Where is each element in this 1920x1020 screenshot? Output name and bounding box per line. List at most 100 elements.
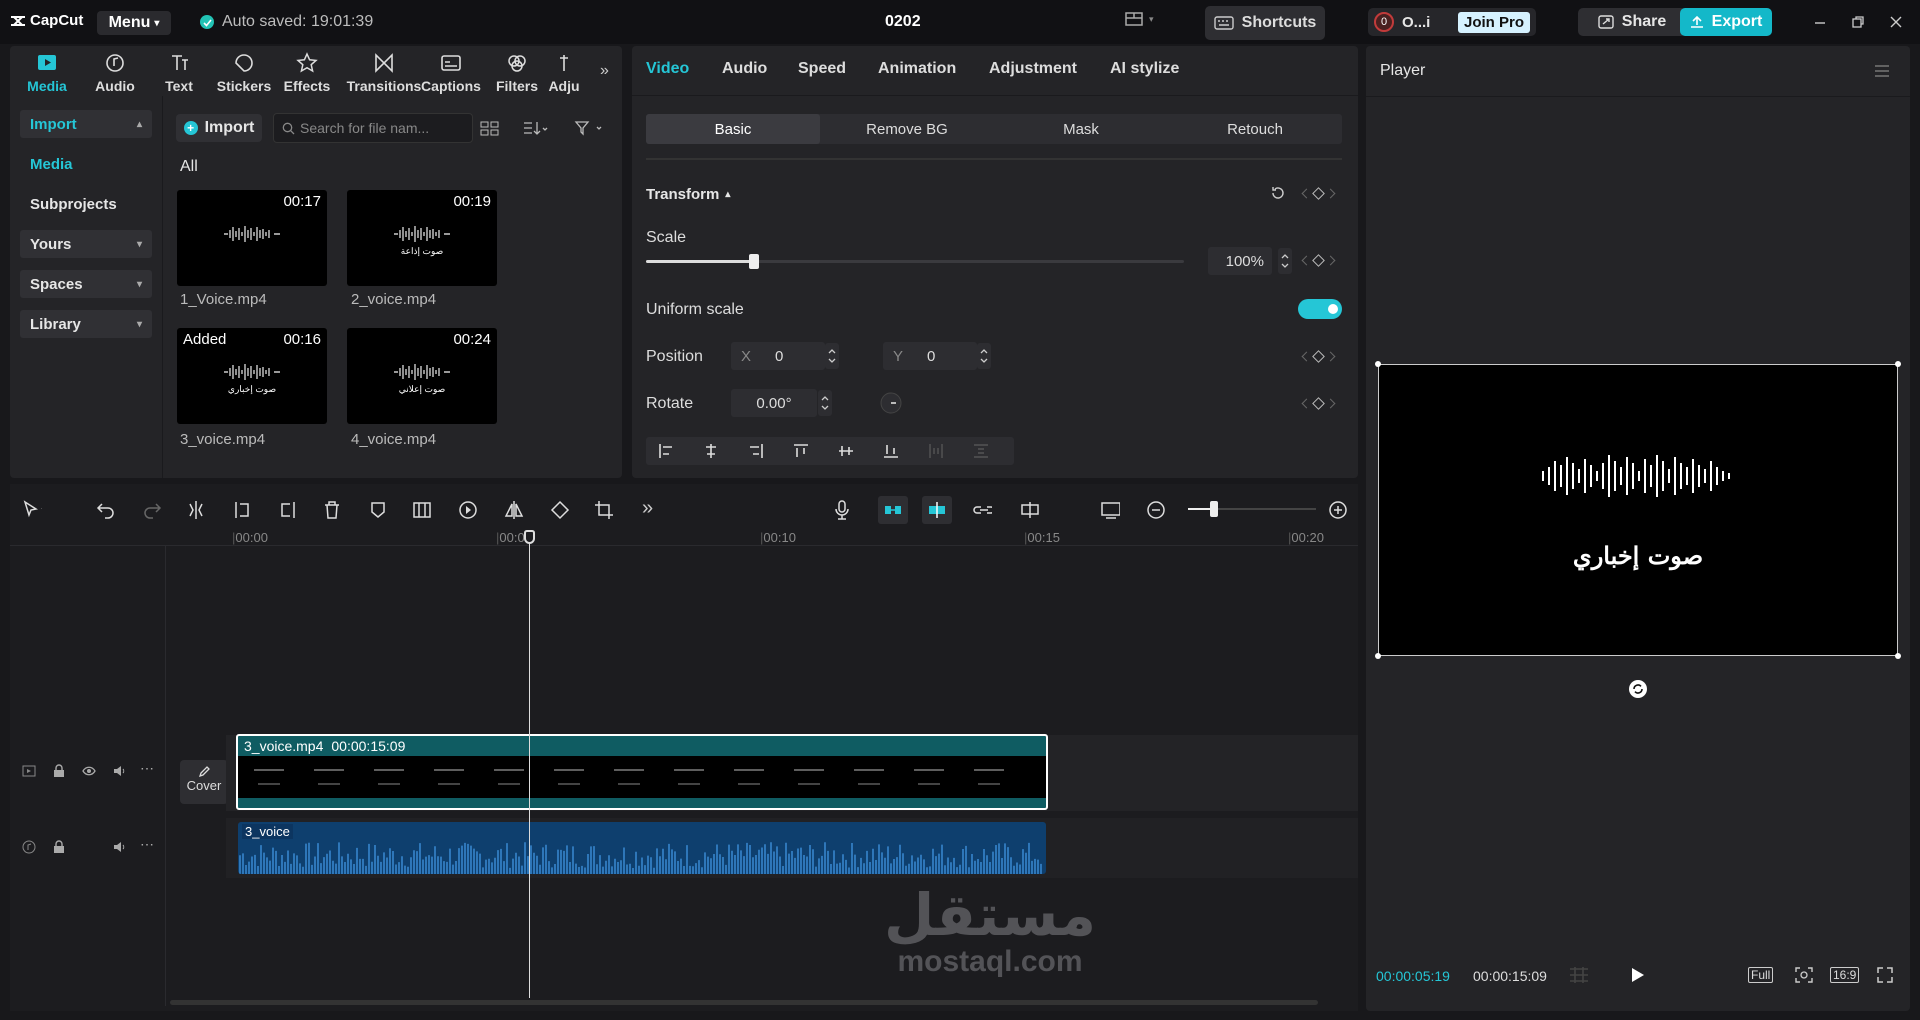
export-button[interactable]: Export (1680, 8, 1772, 36)
video-clip[interactable]: 3_voice.mp4 00:00:15:09 (236, 734, 1048, 810)
split-right-icon[interactable] (278, 500, 298, 520)
zoom-slider-handle[interactable] (1210, 501, 1218, 517)
tab-stickers[interactable]: Stickers (209, 52, 279, 94)
next-keyframe-icon[interactable] (1325, 398, 1336, 409)
crop-icon[interactable] (594, 500, 614, 520)
scale-slider-handle[interactable] (748, 254, 759, 269)
full-quality-button[interactable]: Full (1748, 967, 1774, 983)
keyframe-controls[interactable] (1301, 187, 1336, 200)
cover-button[interactable]: Cover (180, 760, 228, 804)
keyframe-icon[interactable] (1312, 350, 1325, 363)
delete-icon[interactable] (322, 500, 342, 520)
sidebar-import[interactable]: Import ▴ (20, 110, 152, 138)
sidebar-yours[interactable]: Yours ▾ (20, 230, 152, 258)
play-icon[interactable] (1628, 966, 1646, 984)
eye-icon[interactable] (82, 764, 96, 778)
user-menu[interactable]: 0 O...i Join Pro (1368, 8, 1536, 36)
prev-keyframe-icon[interactable] (1301, 351, 1312, 362)
next-keyframe-icon[interactable] (1325, 188, 1336, 199)
volume-icon[interactable] (112, 840, 126, 854)
tab-audio[interactable]: Audio (722, 60, 767, 78)
keyframe-controls[interactable] (1301, 397, 1336, 410)
audio-clip[interactable]: 3_voice (238, 822, 1046, 874)
layout-button[interactable]: ▾ (1125, 12, 1154, 26)
media-thumbnail[interactable]: صوت إعلاني 00:24 (347, 328, 497, 424)
import-button[interactable]: + Import (176, 114, 262, 142)
resize-handle[interactable] (1895, 653, 1901, 659)
more-options-icon[interactable]: ⋯ (140, 760, 154, 777)
sort-icon[interactable] (522, 120, 548, 136)
undo-icon[interactable] (96, 500, 116, 520)
align-left-icon[interactable] (658, 443, 674, 459)
main-track-magnet-button[interactable] (878, 496, 908, 524)
keyframe-icon[interactable] (1312, 254, 1325, 267)
tab-adjustment[interactable]: Adju (542, 52, 586, 94)
rotate-input[interactable]: 0.00° (731, 389, 817, 417)
more-tools-icon[interactable]: » (642, 497, 653, 520)
grid-view-icon[interactable] (480, 120, 500, 136)
sidebar-spaces[interactable]: Spaces ▾ (20, 270, 152, 298)
microphone-icon[interactable] (832, 500, 852, 520)
join-pro-button[interactable]: Join Pro (1458, 11, 1531, 33)
minimize-icon[interactable] (1812, 14, 1828, 30)
auto-snap-button[interactable] (922, 496, 952, 524)
align-center-h-icon[interactable] (703, 443, 719, 459)
mirror-icon[interactable] (504, 500, 524, 520)
align-right-icon[interactable] (748, 443, 764, 459)
share-button[interactable]: Share (1578, 8, 1686, 36)
tab-audio[interactable]: Audio (80, 52, 150, 94)
time-ruler[interactable]: |00:00 |00:05 |00:10 |00:15 |00:20 (10, 526, 1358, 546)
video-canvas[interactable]: صوت إخباري (1378, 364, 1898, 656)
media-thumbnail[interactable]: صوت إخباري Added 00:16 (177, 328, 327, 424)
lock-icon[interactable] (52, 840, 66, 854)
tab-effects[interactable]: Effects (272, 52, 342, 94)
link-icon[interactable] (972, 500, 992, 520)
aspect-ratio-button[interactable]: 16:9 (1830, 967, 1860, 983)
hamburger-icon[interactable] (1874, 64, 1890, 78)
stepper-icon[interactable] (825, 343, 839, 369)
next-keyframe-icon[interactable] (1325, 351, 1336, 362)
resize-handle[interactable] (1375, 361, 1381, 367)
rotation-dial-icon[interactable] (880, 392, 902, 414)
keyframe-icon[interactable] (1312, 397, 1325, 410)
stepper-icon[interactable] (1278, 248, 1292, 274)
tab-video[interactable]: Video (646, 60, 689, 78)
subtab-remove-bg[interactable]: Remove BG (820, 114, 994, 144)
keyframe-controls[interactable] (1301, 254, 1336, 267)
tab-transitions[interactable]: Transitions (344, 52, 424, 94)
tab-media[interactable]: Media (12, 52, 82, 94)
reverse-icon[interactable] (458, 500, 478, 520)
playhead-handle[interactable] (524, 530, 535, 544)
transform-section-header[interactable]: Transform ▴ (646, 186, 730, 203)
split-icon[interactable] (186, 500, 206, 520)
tab-captions[interactable]: Captions (416, 52, 486, 94)
tab-speed[interactable]: Speed (798, 60, 846, 78)
more-tabs-icon[interactable]: » (600, 62, 609, 80)
position-x-input[interactable]: X0 (731, 342, 825, 370)
scale-input[interactable]: 100% (1208, 247, 1272, 275)
zoom-in-icon[interactable] (1328, 500, 1348, 520)
tab-adjustment[interactable]: Adjustment (989, 60, 1077, 78)
freeze-icon[interactable] (412, 500, 432, 520)
prev-keyframe-icon[interactable] (1301, 398, 1312, 409)
zoom-out-icon[interactable] (1146, 500, 1166, 520)
fit-screen-icon[interactable] (1794, 966, 1814, 984)
prev-keyframe-icon[interactable] (1301, 188, 1312, 199)
media-thumbnail[interactable]: صوت إذاعة 00:19 (347, 190, 497, 286)
scale-slider[interactable] (646, 254, 1184, 269)
keyframe-controls[interactable] (1301, 350, 1336, 363)
playhead[interactable] (529, 536, 530, 998)
resize-handle[interactable] (1375, 653, 1381, 659)
position-y-input[interactable]: Y0 (883, 342, 977, 370)
split-left-icon[interactable] (232, 500, 252, 520)
sidebar-subprojects[interactable]: Subprojects (20, 190, 152, 218)
stepper-icon[interactable] (977, 343, 991, 369)
align-top-icon[interactable] (793, 443, 809, 459)
uniform-scale-toggle[interactable] (1298, 299, 1342, 319)
reset-icon[interactable] (1270, 185, 1286, 201)
sidebar-library[interactable]: Library ▾ (20, 310, 152, 338)
media-thumbnail[interactable]: 00:17 (177, 190, 327, 286)
fullscreen-icon[interactable] (1876, 966, 1894, 984)
shortcuts-button[interactable]: Shortcuts (1205, 6, 1325, 40)
filter-icon[interactable] (574, 120, 604, 136)
